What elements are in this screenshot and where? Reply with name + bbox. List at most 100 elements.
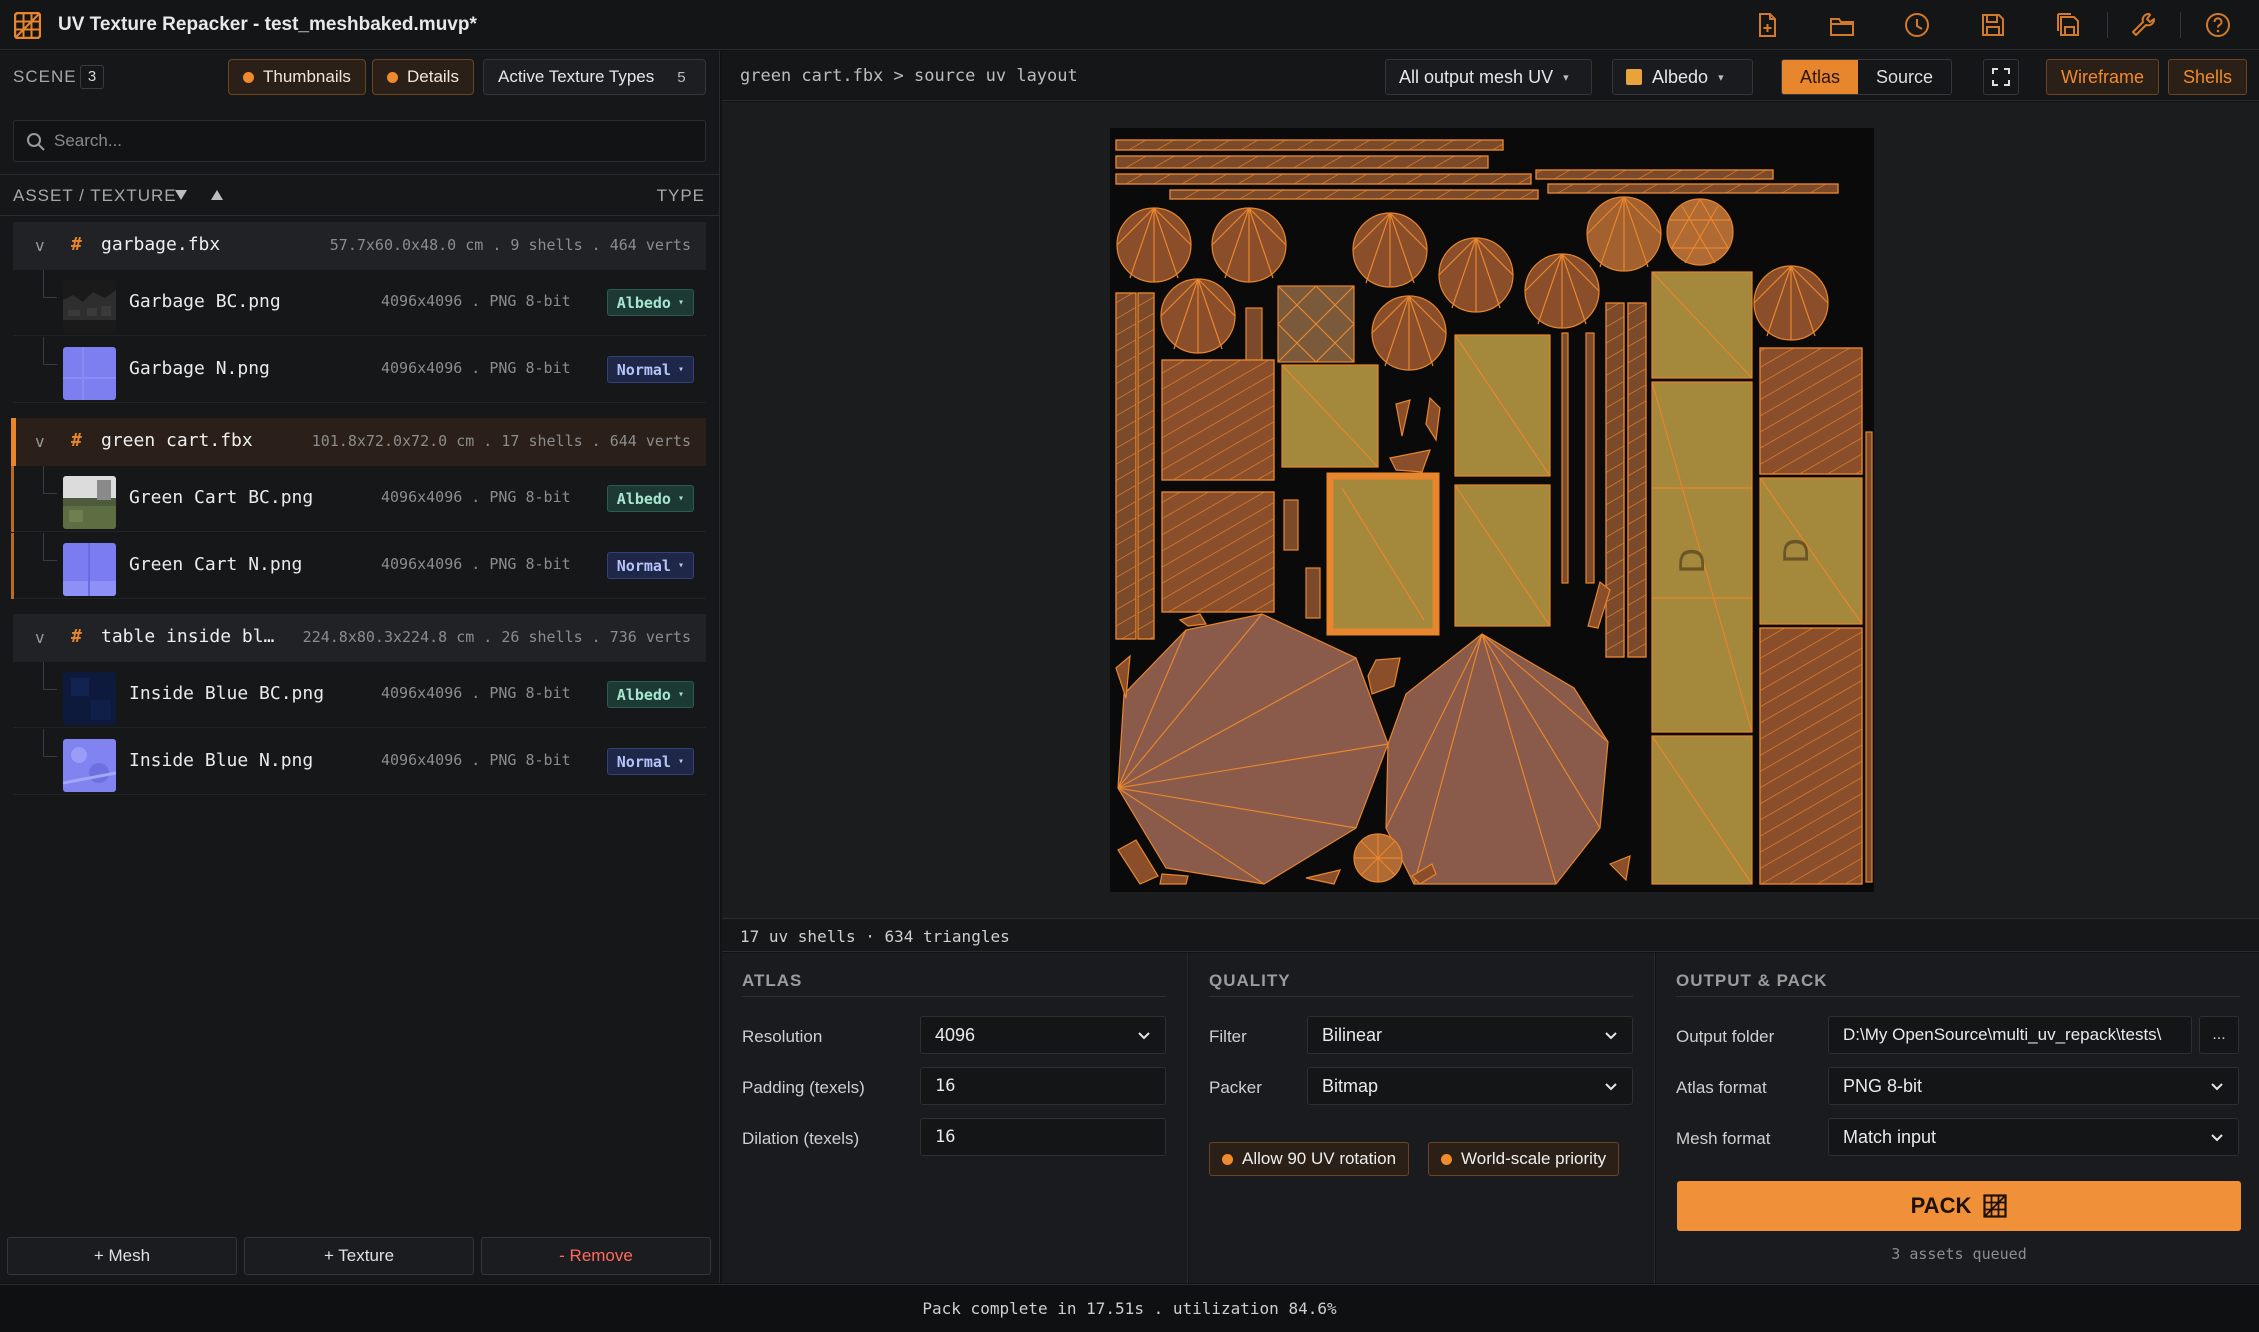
- chevron-down-icon: [2211, 1083, 2223, 1091]
- atlas-format-select[interactable]: PNG 8-bit: [1828, 1067, 2239, 1105]
- texture-type-dropdown[interactable]: Normal ▾: [606, 748, 694, 775]
- texture-row[interactable]: Green Cart BC.png 4096x4096 . PNG 8-bit …: [11, 466, 706, 532]
- mesh-group-row[interactable]: v # green cart.fbx 101.8x72.0x72.0 cm . …: [11, 418, 706, 466]
- thumbnails-toggle[interactable]: Thumbnails: [228, 59, 366, 95]
- browse-folder-button[interactable]: ...: [2199, 1016, 2239, 1054]
- texture-name: Garbage BC.png: [129, 291, 281, 312]
- texture-type-dropdown[interactable]: Albedo ▾: [606, 681, 694, 708]
- atlas-format-value: PNG 8-bit: [1843, 1075, 1923, 1096]
- help-icon[interactable]: [2201, 9, 2235, 41]
- output-section-title: OUTPUT & PACK: [1676, 971, 1828, 990]
- quality-settings-panel: QUALITY Filter Bilinear Packer Bitmap Al…: [1189, 953, 1655, 1283]
- output-folder-input[interactable]: D:\My OpenSource\multi_uv_repack\tests\: [1828, 1016, 2192, 1054]
- column-type[interactable]: TYPE: [657, 186, 705, 206]
- quality-section-title: QUALITY: [1209, 971, 1291, 990]
- chevron-down-icon: [1138, 1032, 1150, 1040]
- toggle-on-dot-icon: [1222, 1153, 1233, 1165]
- toggle-on-dot-icon: [387, 71, 398, 83]
- collapse-chevron-icon[interactable]: v: [35, 236, 45, 255]
- pack-button[interactable]: PACK: [1677, 1181, 2241, 1231]
- allow-rotation-label: Allow 90 UV rotation: [1242, 1149, 1397, 1168]
- channel-dropdown[interactable]: Albedo ▾: [1612, 59, 1753, 95]
- texture-name: Inside Blue BC.png: [129, 683, 325, 704]
- chevron-down-icon: ▾: [677, 493, 684, 504]
- sort-ascending-icon[interactable]: [209, 187, 225, 203]
- allow-rotation-toggle[interactable]: Allow 90 UV rotation: [1209, 1142, 1410, 1176]
- history-icon[interactable]: [1900, 9, 1934, 41]
- atlas-section-title: ATLAS: [742, 971, 803, 990]
- section-divider: [1676, 996, 2240, 997]
- mesh-group-row[interactable]: v # garbage.fbx 57.7x60.0x48.0 cm . 9 sh…: [13, 222, 706, 270]
- texture-name: Green Cart N.png: [129, 554, 303, 575]
- uv-atlas-preview[interactable]: D D: [1110, 128, 1874, 892]
- mesh-filter-label: All output mesh UV: [1399, 66, 1554, 87]
- texture-row[interactable]: Garbage N.png 4096x4096 . PNG 8-bit Norm…: [13, 337, 706, 403]
- queued-count: 3 assets queued: [1891, 1245, 2027, 1263]
- texture-row[interactable]: Garbage BC.png 4096x4096 . PNG 8-bit Alb…: [13, 270, 706, 336]
- texture-type-dropdown[interactable]: Albedo ▾: [606, 289, 694, 316]
- status-bar: Pack complete in 17.51s . utilization 84…: [0, 1284, 2259, 1332]
- scene-label: SCENE: [13, 67, 77, 86]
- source-view-button[interactable]: Source: [1858, 60, 1951, 94]
- active-texture-types-button[interactable]: Active Texture Types 5: [483, 59, 706, 95]
- save-icon[interactable]: [1976, 9, 2010, 41]
- collapse-chevron-icon[interactable]: v: [35, 628, 45, 647]
- search-input[interactable]: [54, 121, 694, 161]
- mesh-format-select[interactable]: Match input: [1828, 1118, 2239, 1156]
- dilation-input[interactable]: 16: [920, 1118, 1166, 1156]
- mesh-filter-dropdown[interactable]: All output mesh UV ▾: [1385, 59, 1592, 95]
- texture-meta: 4096x4096 . PNG 8-bit: [381, 555, 571, 573]
- chevron-down-icon: [1605, 1032, 1617, 1040]
- new-file-icon[interactable]: [1750, 9, 1784, 41]
- dilation-label: Dilation (texels): [742, 1129, 860, 1148]
- padding-input[interactable]: 16: [920, 1067, 1166, 1105]
- remove-button[interactable]: - Remove: [481, 1237, 711, 1275]
- texture-type-dropdown[interactable]: Albedo ▾: [606, 485, 694, 512]
- sort-descending-icon[interactable]: [173, 187, 189, 203]
- mesh-group-row[interactable]: v # table inside bl… 224.8x80.3x224.8 cm…: [13, 614, 706, 662]
- texture-meta: 4096x4096 . PNG 8-bit: [381, 488, 571, 506]
- mesh-format-label: Mesh format: [1676, 1129, 1771, 1148]
- packer-select[interactable]: Bitmap: [1307, 1067, 1633, 1105]
- mesh-name: green cart.fbx: [101, 430, 253, 451]
- atlas-view-button[interactable]: Atlas: [1782, 60, 1859, 94]
- wrench-icon[interactable]: [2126, 9, 2160, 41]
- save-as-icon[interactable]: [2051, 9, 2085, 41]
- details-toggle[interactable]: Details: [372, 59, 474, 95]
- open-folder-icon[interactable]: [1825, 9, 1859, 41]
- shells-toggle[interactable]: Shells: [2168, 59, 2248, 95]
- atlas-settings-panel: ATLAS Resolution 4096 Padding (texels) 1…: [722, 953, 1188, 1283]
- uv-stats: 17 uv shells · 634 triangles: [740, 927, 1010, 946]
- packer-label: Packer: [1209, 1078, 1262, 1097]
- breadcrumb: green cart.fbx > source uv layout: [740, 66, 1078, 86]
- texture-thumbnail: [63, 476, 116, 529]
- texture-row[interactable]: Inside Blue N.png 4096x4096 . PNG 8-bit …: [13, 729, 706, 795]
- collapse-chevron-icon[interactable]: v: [35, 432, 45, 451]
- resolution-select[interactable]: 4096: [920, 1016, 1166, 1054]
- column-asset-texture[interactable]: ASSET / TEXTURE: [13, 186, 177, 206]
- search-icon: [27, 133, 45, 151]
- texture-type-label: Normal: [616, 360, 671, 379]
- uv-viewport[interactable]: D D: [722, 102, 2259, 918]
- add-texture-button[interactable]: + Texture: [244, 1237, 474, 1275]
- texture-type-dropdown[interactable]: Normal ▾: [606, 552, 694, 579]
- scene-panel: SCENE 3 Thumbnails Details Active Textur…: [0, 51, 720, 1283]
- mesh-meta: 224.8x80.3x224.8 cm . 26 shells . 736 ve…: [302, 628, 691, 646]
- tree-connector: [43, 662, 57, 690]
- mesh-meta: 57.7x60.0x48.0 cm . 9 shells . 464 verts: [329, 236, 691, 254]
- texture-row[interactable]: Green Cart N.png 4096x4096 . PNG 8-bit N…: [11, 533, 706, 599]
- scene-count-badge: 3: [80, 65, 104, 89]
- fit-view-button[interactable]: [1983, 59, 2019, 95]
- filter-select[interactable]: Bilinear: [1307, 1016, 1633, 1054]
- texture-type-label: Albedo: [616, 293, 671, 312]
- window-title: UV Texture Repacker - test_meshbaked.muv…: [58, 14, 477, 35]
- atlas-grid-icon: [1983, 1194, 2007, 1218]
- svg-text:D: D: [1777, 538, 1817, 564]
- wireframe-toggle[interactable]: Wireframe: [2046, 59, 2160, 95]
- world-scale-priority-toggle[interactable]: World-scale priority: [1428, 1142, 1620, 1176]
- texture-type-label: Albedo: [616, 489, 671, 508]
- texture-row[interactable]: Inside Blue BC.png 4096x4096 . PNG 8-bit…: [13, 662, 706, 728]
- texture-type-dropdown[interactable]: Normal ▾: [606, 356, 694, 383]
- mesh-format-value: Match input: [1843, 1126, 1937, 1147]
- add-mesh-button[interactable]: + Mesh: [7, 1237, 237, 1275]
